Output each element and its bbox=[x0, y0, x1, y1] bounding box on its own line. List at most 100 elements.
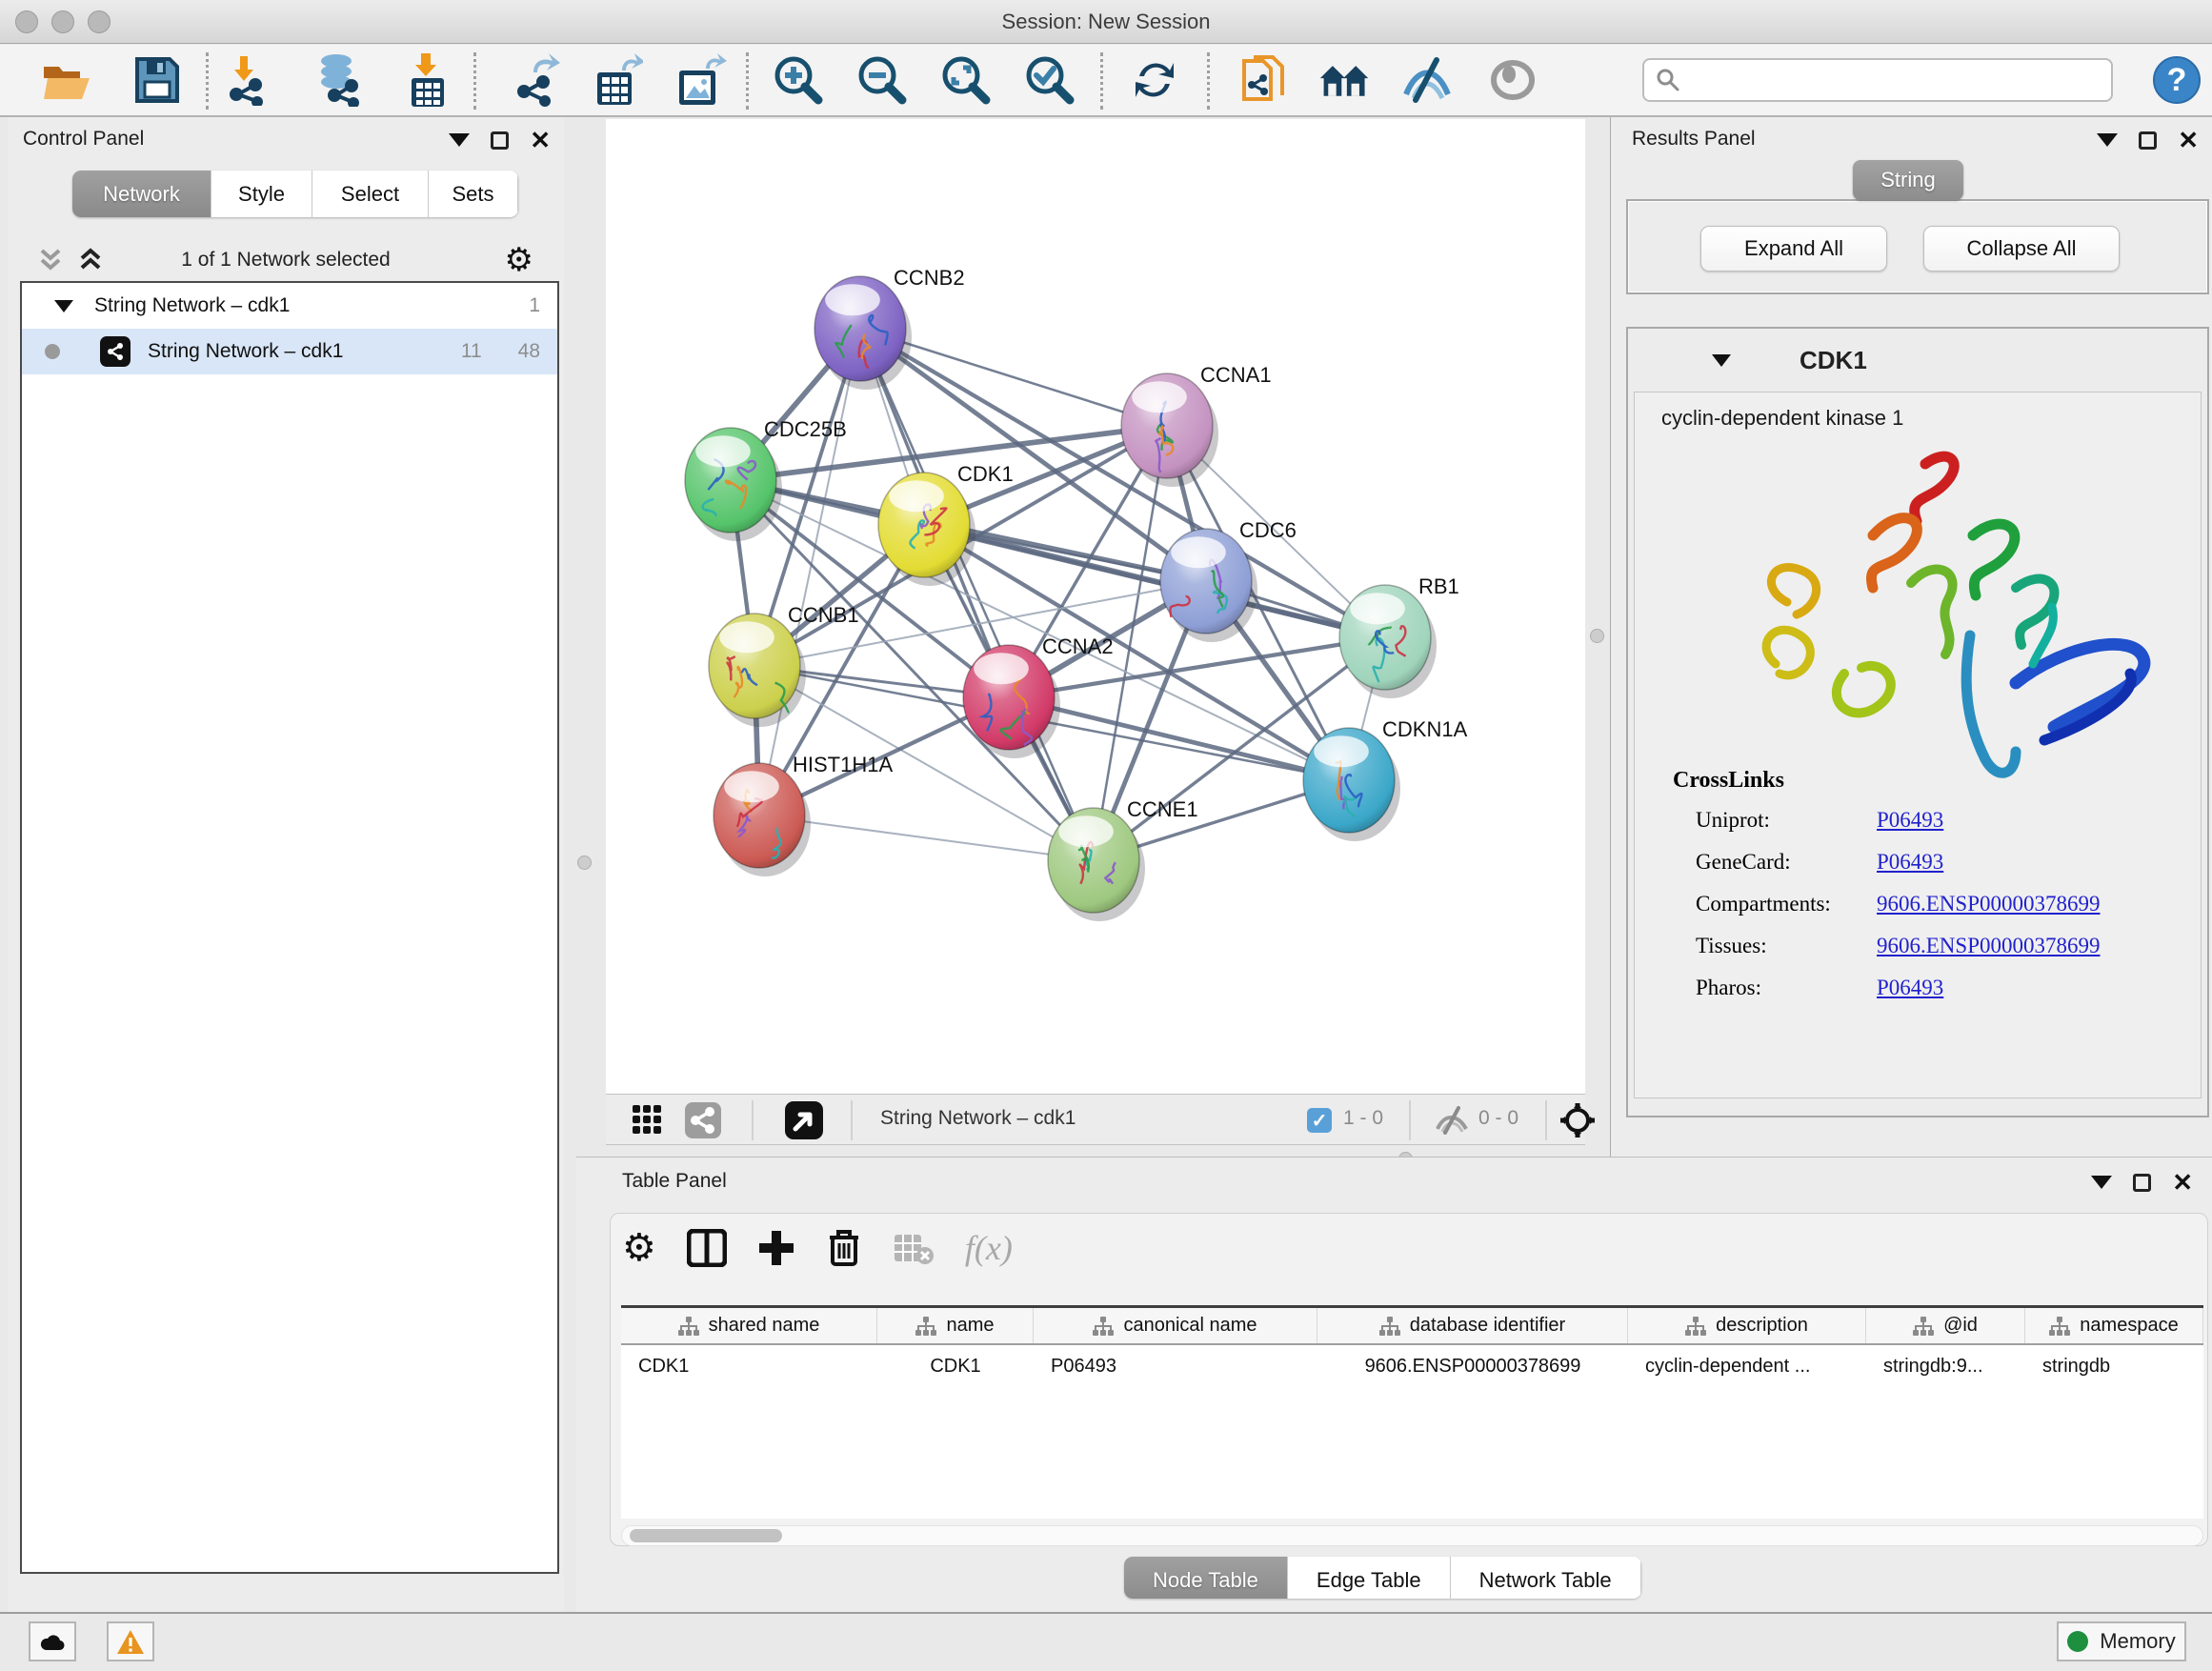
column-header--id[interactable]: @id bbox=[1866, 1308, 2025, 1343]
export-image-icon[interactable] bbox=[675, 53, 729, 107]
import-network-from-database-icon[interactable] bbox=[313, 53, 367, 107]
table-cell[interactable]: stringdb bbox=[2025, 1345, 2203, 1387]
view-network-name: String Network – cdk1 bbox=[880, 1107, 1076, 1130]
view-grid-icon[interactable] bbox=[621, 1094, 674, 1147]
network-row-selected[interactable]: String Network – cdk1 11 48 bbox=[22, 329, 557, 374]
protein-expander-icon[interactable] bbox=[1712, 354, 1731, 367]
scrollbar-thumb[interactable] bbox=[630, 1529, 782, 1542]
help-icon[interactable]: ? bbox=[2150, 53, 2203, 107]
network-canvas[interactable]: CCNB2CCNA1CDC25BCDK1CDC6RB1CCNB1CCNA2CDK… bbox=[606, 119, 1585, 1094]
collapse-all-button[interactable]: Collapse All bbox=[1923, 226, 2120, 272]
node-CCNE1[interactable]: CCNE1 bbox=[1048, 797, 1198, 921]
export-table-icon[interactable] bbox=[593, 53, 646, 107]
tab-network-table[interactable]: Network Table bbox=[1451, 1557, 1641, 1599]
control-panel-collapse-icon[interactable] bbox=[449, 133, 470, 147]
column-header-shared-name[interactable]: shared name bbox=[621, 1308, 877, 1343]
tab-sets[interactable]: Sets bbox=[429, 171, 518, 217]
node-CCNA2[interactable]: CCNA2 bbox=[963, 634, 1114, 758]
export-network-icon[interactable] bbox=[509, 53, 562, 107]
tab-select[interactable]: Select bbox=[312, 171, 429, 217]
protein-section-header[interactable]: CDK1 bbox=[1628, 329, 2207, 392]
results-panel-collapse-icon[interactable] bbox=[2097, 133, 2118, 147]
refresh-view-icon[interactable] bbox=[1128, 53, 1181, 107]
node-CDKN1A[interactable]: CDKN1A bbox=[1303, 717, 1468, 841]
warning-button[interactable] bbox=[107, 1621, 154, 1661]
table-cell[interactable]: CDK1 bbox=[877, 1345, 1034, 1387]
search-input[interactable] bbox=[1680, 70, 2090, 91]
network-home-icon[interactable] bbox=[1318, 53, 1372, 107]
table-cell[interactable]: P06493 bbox=[1034, 1345, 1317, 1387]
selected-nodes-checkbox[interactable]: ✓ bbox=[1307, 1108, 1332, 1133]
fit-selected-crosshair-icon[interactable] bbox=[1551, 1094, 1604, 1147]
table-panel-close-icon[interactable]: ✕ bbox=[2172, 1173, 2193, 1192]
network-collection-row[interactable]: String Network – cdk1 1 bbox=[22, 283, 557, 329]
column-header-canonical-name[interactable]: canonical name bbox=[1034, 1308, 1317, 1343]
node-CDC25B[interactable]: CDC25B bbox=[685, 417, 847, 541]
right-splitter-handle[interactable] bbox=[1590, 629, 1604, 643]
left-splitter-handle[interactable] bbox=[577, 856, 592, 870]
tab-style[interactable]: Style bbox=[211, 171, 312, 217]
tab-edge-table[interactable]: Edge Table bbox=[1288, 1557, 1451, 1599]
open-session-icon[interactable] bbox=[40, 53, 93, 107]
delete-column-icon[interactable] bbox=[826, 1228, 862, 1268]
collection-expander-icon[interactable] bbox=[54, 300, 73, 312]
cloud-button[interactable] bbox=[29, 1621, 76, 1661]
network-options-gear-icon[interactable]: ⚙ bbox=[505, 241, 533, 279]
node-label-CDKN1A: CDKN1A bbox=[1382, 717, 1468, 741]
hidden-eye-icon[interactable] bbox=[1425, 1094, 1478, 1147]
expand-all-button[interactable]: Expand All bbox=[1700, 226, 1887, 272]
tab-node-table[interactable]: Node Table bbox=[1124, 1557, 1288, 1599]
table-cell[interactable]: stringdb:9... bbox=[1866, 1345, 2025, 1387]
zoom-selected-icon[interactable] bbox=[1023, 53, 1076, 107]
zoom-in-icon[interactable] bbox=[772, 53, 825, 107]
crosslink-link[interactable]: P06493 bbox=[1877, 808, 1943, 833]
table-panel-collapse-icon[interactable] bbox=[2091, 1176, 2112, 1189]
window-title: Session: New Session bbox=[0, 0, 2212, 44]
column-header-namespace[interactable]: namespace bbox=[2025, 1308, 2203, 1343]
node-CDC6[interactable]: CDC6 bbox=[1160, 518, 1297, 642]
column-header-name[interactable]: name bbox=[877, 1308, 1034, 1343]
clone-network-view-icon[interactable] bbox=[1237, 53, 1290, 107]
table-cell[interactable]: 9606.ENSP00000378699 bbox=[1317, 1345, 1628, 1387]
tab-string[interactable]: String bbox=[1853, 160, 1963, 200]
crosslink-link[interactable]: P06493 bbox=[1877, 850, 1943, 875]
zoom-out-icon[interactable] bbox=[855, 53, 909, 107]
save-session-icon[interactable] bbox=[131, 53, 184, 107]
crosslink-link[interactable]: P06493 bbox=[1877, 976, 1943, 1000]
show-all-icon[interactable] bbox=[1486, 53, 1539, 107]
node-HIST1H1A[interactable]: HIST1H1A bbox=[714, 753, 893, 876]
column-header-description[interactable]: description bbox=[1628, 1308, 1866, 1343]
memory-button[interactable]: Memory bbox=[2057, 1621, 2186, 1661]
edge-CCNB2-CCNE1[interactable] bbox=[860, 329, 1094, 860]
node-CCNA1[interactable]: CCNA1 bbox=[1121, 363, 1272, 487]
birds-eye-view-icon[interactable] bbox=[777, 1094, 831, 1147]
function-builder-icon-disabled: f(x) bbox=[965, 1228, 1013, 1268]
node-CCNB2[interactable]: CCNB2 bbox=[814, 266, 965, 390]
node-CCNB1[interactable]: CCNB1 bbox=[709, 603, 859, 727]
results-panel-float-icon[interactable] bbox=[2139, 131, 2157, 150]
hide-selected-icon[interactable] bbox=[1400, 53, 1454, 107]
control-panel-close-icon[interactable]: ✕ bbox=[530, 131, 551, 150]
table-row[interactable]: CDK1CDK1P064939606.ENSP00000378699cyclin… bbox=[621, 1345, 2203, 1387]
table-options-gear-icon[interactable]: ⚙ bbox=[622, 1226, 656, 1270]
protein-name: CDK1 bbox=[1800, 346, 1867, 375]
control-panel-float-icon[interactable] bbox=[491, 131, 509, 150]
tab-network[interactable]: Network bbox=[72, 171, 211, 217]
zoom-fit-content-icon[interactable] bbox=[939, 53, 993, 107]
view-share-icon[interactable] bbox=[676, 1094, 730, 1147]
node-RB1[interactable]: RB1 bbox=[1339, 574, 1459, 698]
table-panel-float-icon[interactable] bbox=[2133, 1174, 2151, 1192]
edge-CCNB2-HIST1H1A[interactable] bbox=[759, 329, 860, 815]
results-panel-close-icon[interactable]: ✕ bbox=[2178, 131, 2199, 150]
crosslink-link[interactable]: 9606.ENSP00000378699 bbox=[1877, 892, 2101, 916]
import-table-from-file-icon[interactable] bbox=[400, 53, 453, 107]
column-header-database-identifier[interactable]: database identifier bbox=[1317, 1308, 1628, 1343]
table-cell[interactable]: cyclin-dependent ... bbox=[1628, 1345, 1866, 1387]
import-network-from-file-icon[interactable] bbox=[219, 53, 272, 107]
table-horizontal-scrollbar[interactable] bbox=[621, 1525, 2203, 1546]
add-column-icon[interactable] bbox=[757, 1229, 795, 1267]
show-columns-icon[interactable] bbox=[687, 1229, 727, 1267]
table-cell[interactable]: CDK1 bbox=[621, 1345, 877, 1387]
crosslink-link[interactable]: 9606.ENSP00000378699 bbox=[1877, 934, 2101, 958]
crosslink-label: Pharos: bbox=[1696, 976, 1877, 1000]
